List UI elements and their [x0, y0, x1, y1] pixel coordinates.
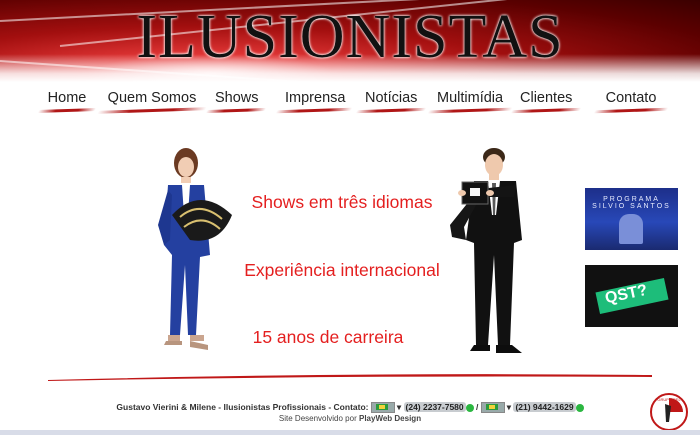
- nav-underline: [427, 107, 513, 114]
- phone-2[interactable]: (21) 9442-1629: [513, 402, 576, 412]
- tagline-experience: Experiência internacional: [244, 260, 440, 280]
- nav-label: Imprensa: [285, 90, 346, 106]
- dropdown-arrow-icon[interactable]: ▾: [507, 402, 511, 412]
- main-nav: Home Quem Somos Shows Imprensa Notícias …: [25, 90, 675, 118]
- whatsapp-icon: [575, 403, 584, 412]
- nav-label: Home: [47, 90, 87, 106]
- header-banner: ILUSIONISTAS: [0, 0, 700, 82]
- footer-contact-line: Gustavo Vierini & Milene - Ilusionistas …: [0, 402, 700, 414]
- nav-label: Contato: [605, 90, 657, 106]
- tagline-languages: Shows em três idiomas: [251, 192, 433, 212]
- developer-link[interactable]: PlayWeb Design: [359, 414, 421, 423]
- bottom-bar: [0, 430, 700, 435]
- whatsapp-icon: [465, 403, 474, 412]
- nav-multimidia[interactable]: Multimídia: [427, 90, 513, 114]
- nav-underline: [593, 107, 669, 114]
- nav-home[interactable]: Home: [37, 90, 97, 113]
- nav-label: Quem Somos: [107, 90, 197, 106]
- nav-label: Notícias: [365, 90, 418, 106]
- nav-quem-somos[interactable]: Quem Somos: [97, 90, 207, 114]
- flag-brazil-icon: [480, 402, 505, 414]
- footer-credit: Gustavo Vierini & Milene - Ilusionistas …: [116, 402, 369, 412]
- logo-text: GRUPO BEL: [657, 397, 681, 402]
- sidebar-logo-text: PROGRAMA SILVIO SANTOS: [592, 196, 671, 210]
- programa-silvio-santos-link[interactable]: PROGRAMA SILVIO SANTOS: [585, 188, 678, 250]
- site-title: ILUSIONISTAS: [136, 3, 564, 71]
- grupo-bel-logo[interactable]: GRUPO BEL: [649, 392, 689, 432]
- flag-brazil-icon: [370, 402, 395, 414]
- nav-label: Shows: [215, 90, 259, 106]
- nav-imprensa[interactable]: Imprensa: [275, 90, 353, 114]
- nav-underline: [510, 107, 582, 114]
- nav-noticias[interactable]: Notícias: [355, 90, 427, 114]
- nav-underline: [37, 108, 97, 113]
- tagline-career: 15 anos de carreira: [252, 327, 404, 347]
- nav-shows[interactable]: Shows: [205, 90, 267, 114]
- nav-label: Clientes: [520, 90, 573, 106]
- nav-label: Multimídia: [437, 90, 504, 106]
- dropdown-arrow-icon[interactable]: ▾: [397, 402, 401, 412]
- nav-clientes[interactable]: Clientes: [510, 90, 582, 114]
- nav-underline: [275, 107, 353, 114]
- footer-divider: [48, 374, 652, 381]
- footer-developer-line: Site Desenvolvido por PlayWeb Design: [0, 414, 700, 423]
- nav-underline: [355, 107, 427, 114]
- male-illusionist-image: [450, 148, 522, 353]
- site-by-label: Site Desenvolvido por: [278, 414, 357, 423]
- silvio-santos-photo: [619, 214, 643, 244]
- nav-underline: [97, 107, 207, 114]
- qst-link[interactable]: QST?: [585, 265, 678, 327]
- phone-1[interactable]: (24) 2237-7580: [403, 402, 466, 412]
- phone-separator: /: [476, 402, 479, 412]
- nav-underline: [205, 107, 267, 114]
- nav-contato[interactable]: Contato: [593, 90, 669, 114]
